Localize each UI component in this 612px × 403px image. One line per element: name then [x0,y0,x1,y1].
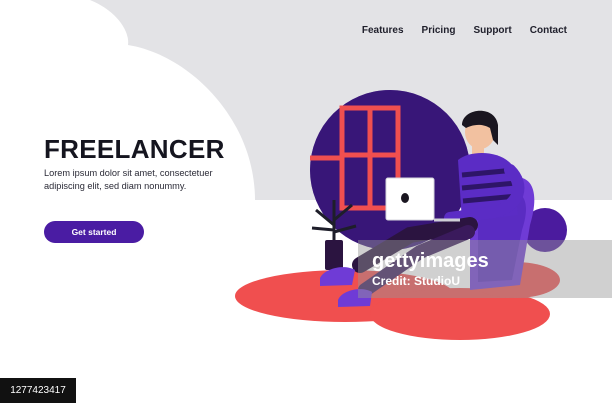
nav-contact[interactable]: Contact [530,25,567,36]
hero-illustration [0,0,612,340]
get-started-button[interactable]: Get started [44,221,144,243]
landing-page: Features Pricing Support Contact FREELAN… [0,0,612,403]
hero-title: FREELANCER [44,134,225,164]
watermark-brand: gettyimages [372,250,489,272]
plant-pot [325,240,343,270]
watermark-credit: Credit: StudioU [372,274,460,288]
shoe-1 [320,267,355,286]
nav-pricing[interactable]: Pricing [422,25,456,36]
hero-description: Lorem ipsum dolor sit amet, consectetuer… [44,168,213,191]
image-id-label: 1277423417 [0,378,76,403]
laptop [385,177,435,221]
nav-features[interactable]: Features [362,25,404,36]
nav-support[interactable]: Support [473,25,511,36]
main-nav: Features Pricing Support Contact [362,25,567,36]
